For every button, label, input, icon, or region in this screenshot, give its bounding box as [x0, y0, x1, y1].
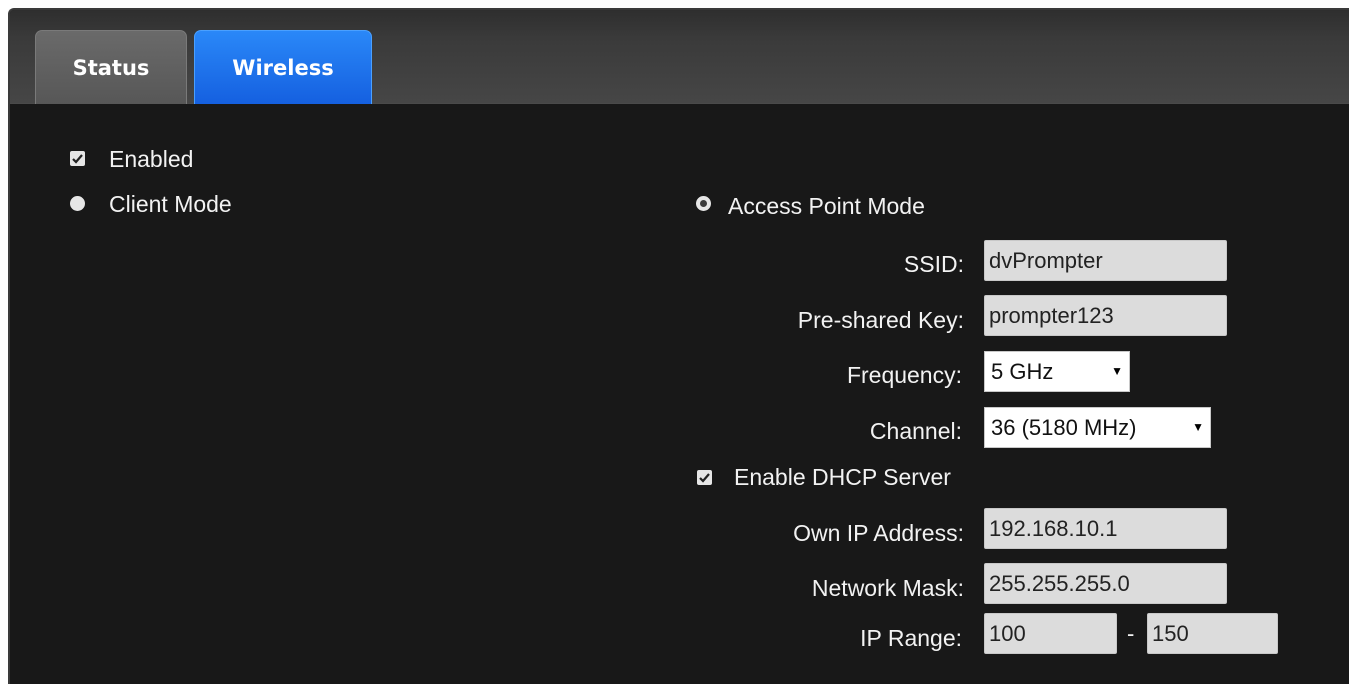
dhcp-enable-label: Enable DHCP Server — [734, 464, 951, 490]
wireless-content: Enabled Client Mode Access Point Mode SS… — [10, 104, 1349, 684]
dhcp-enable-checkbox[interactable] — [697, 470, 712, 485]
ap-mode-label: Access Point Mode — [728, 193, 925, 219]
checkmark-icon — [72, 154, 83, 164]
client-mode-label: Client Mode — [109, 191, 232, 217]
frequency-label: Frequency: — [846, 362, 962, 388]
frequency-value: 5 GHz — [991, 359, 1054, 384]
ssid-label: SSID: — [903, 251, 964, 277]
ssid-input[interactable] — [984, 240, 1227, 281]
psk-input[interactable] — [984, 295, 1227, 336]
checkmark-icon — [699, 473, 710, 483]
radio-selected-dot — [700, 200, 707, 207]
psk-label: Pre-shared Key: — [797, 307, 964, 333]
ip-range-end-input[interactable] — [1147, 613, 1278, 654]
dropdown-arrow-icon: ▼ — [1192, 420, 1204, 434]
tab-wireless[interactable]: Wireless — [194, 30, 372, 104]
channel-select[interactable]: 36 (5180 MHz) ▼ — [984, 407, 1211, 448]
client-mode-radio[interactable] — [70, 196, 85, 211]
ip-range-label: IP Range: — [860, 625, 962, 651]
settings-panel: Status Wireless Enabled Client Mode Acce… — [8, 8, 1349, 684]
dropdown-arrow-icon: ▼ — [1111, 364, 1123, 378]
ip-range-separator: - — [1127, 621, 1135, 646]
enabled-label: Enabled — [109, 146, 194, 172]
network-mask-input[interactable] — [984, 563, 1227, 604]
own-ip-input[interactable] — [984, 508, 1227, 549]
ap-mode-radio[interactable] — [696, 196, 711, 211]
tab-status[interactable]: Status — [35, 30, 187, 104]
tab-bar: Status Wireless — [10, 10, 1349, 104]
network-mask-label: Network Mask: — [811, 575, 964, 601]
frequency-select[interactable]: 5 GHz ▼ — [984, 351, 1130, 392]
enabled-checkbox[interactable] — [70, 151, 85, 166]
channel-label: Channel: — [869, 418, 962, 444]
ip-range-start-input[interactable] — [984, 613, 1117, 654]
channel-value: 36 (5180 MHz) — [991, 415, 1137, 440]
own-ip-label: Own IP Address: — [793, 520, 964, 546]
